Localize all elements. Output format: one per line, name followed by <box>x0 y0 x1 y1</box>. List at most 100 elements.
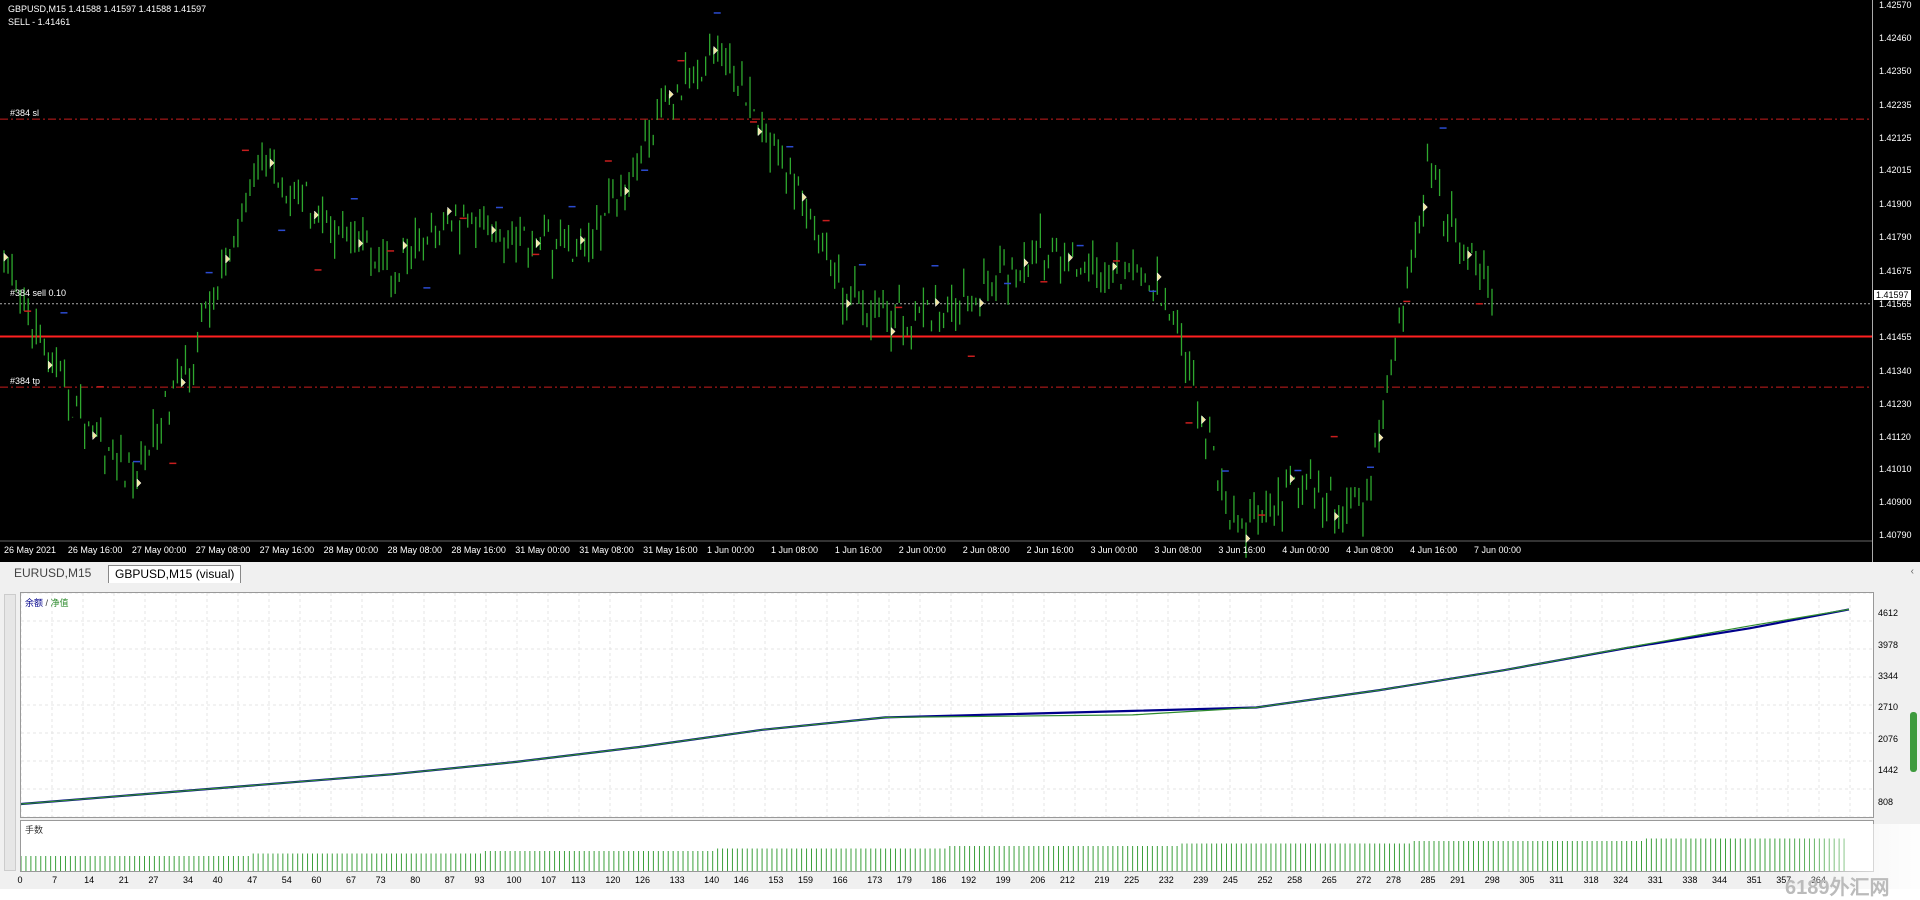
equity-y-tick: 4612 <box>1878 608 1899 619</box>
time-tick: 3 Jun 16:00 <box>1218 545 1266 555</box>
equity-x-tick: 252 <box>1257 875 1273 885</box>
tab-eurusd[interactable]: EURUSD,M15 <box>8 565 97 582</box>
equity-y-tick: 3978 <box>1878 639 1899 650</box>
equity-x-tick: 298 <box>1484 875 1500 885</box>
equity-x-tick: 331 <box>1647 875 1663 885</box>
equity-x-tick: 113 <box>571 875 586 885</box>
trade-arrow-icon <box>669 89 674 99</box>
equity-x-tick: 212 <box>1059 875 1075 885</box>
vertical-scroll-thumb[interactable] <box>1910 712 1917 772</box>
equity-x-tick: 206 <box>1030 875 1046 885</box>
time-tick: 4 Jun 00:00 <box>1282 545 1330 555</box>
volume-chart: 手数 <box>20 820 1874 872</box>
equity-x-tick: 133 <box>669 875 685 885</box>
trade-arrow-icon <box>136 478 142 488</box>
equity-x-tick: 107 <box>541 875 557 885</box>
equity-x-tick: 21 <box>118 875 129 885</box>
price-tick: 1.41120 <box>1879 431 1911 442</box>
candles <box>3 33 1493 558</box>
trade-arrow-icon <box>181 377 186 388</box>
time-tick: 2 Jun 00:00 <box>898 545 946 555</box>
equity-x-tick: 47 <box>247 875 258 885</box>
trade-arrow-icon <box>935 297 940 308</box>
time-tick: 3 Jun 08:00 <box>1154 545 1202 555</box>
equity-x-tick: 278 <box>1385 875 1401 885</box>
current-price-tag: 1.41597 <box>1874 289 1911 300</box>
time-tick: 31 May 00:00 <box>515 545 570 555</box>
equity-y-tick: 3344 <box>1878 671 1899 682</box>
equity-x-tick: 14 <box>84 875 95 885</box>
price-chart[interactable]: GBPUSD,M15 1.41588 1.41597 1.41588 1.415… <box>0 0 1920 562</box>
time-tick: 28 May 00:00 <box>323 545 379 555</box>
left-scrollbar[interactable] <box>4 594 16 871</box>
equity-x-tick: 73 <box>375 875 386 885</box>
equity-x-tick: 159 <box>798 875 814 885</box>
equity-x-tick: 305 <box>1519 875 1535 885</box>
time-tick: 4 Jun 08:00 <box>1346 545 1394 555</box>
price-tick: 1.42350 <box>1879 65 1912 76</box>
equity-x-tick: 126 <box>634 875 651 885</box>
symbol-info: GBPUSD,M15 1.41588 1.41597 1.41588 1.415… <box>8 4 207 14</box>
time-tick: 1 Jun 08:00 <box>770 545 818 555</box>
equity-y-tick: 1442 <box>1878 765 1899 776</box>
trade-arrow-icon <box>1290 474 1295 484</box>
equity-x-tick: 258 <box>1287 875 1303 885</box>
time-tick: 26 May 16:00 <box>67 545 123 555</box>
trade-arrow-icon <box>1201 415 1207 425</box>
time-tick: 3 Jun 00:00 <box>1090 545 1138 555</box>
equity-x-tick: 291 <box>1450 875 1466 885</box>
tab-gbpusd-visual[interactable]: GBPUSD,M15 (visual) <box>108 565 242 583</box>
time-tick: 28 May 16:00 <box>451 545 506 555</box>
sl-line-label: #384 sl <box>10 108 40 118</box>
price-chart-canvas[interactable] <box>0 0 1872 562</box>
equity-x-tick: 245 <box>1222 875 1238 885</box>
price-tick: 1.42235 <box>1879 99 1912 110</box>
equity-x-tick: 344 <box>1712 875 1728 885</box>
trade-arrow-icon <box>1157 272 1162 282</box>
tab-scroll-icon[interactable]: ‹ <box>1911 566 1914 577</box>
price-tick: 1.41900 <box>1879 199 1912 210</box>
equity-x-tick: 146 <box>733 875 749 885</box>
equity-y-tick: 2076 <box>1878 733 1899 744</box>
equity-x-tick: 166 <box>832 875 848 885</box>
equity-y-tick: 808 <box>1878 796 1894 807</box>
price-tick: 1.42460 <box>1879 32 1912 43</box>
sell-line-label: #384 sell 0.10 <box>10 288 67 298</box>
time-tick: 1 Jun 16:00 <box>834 545 882 555</box>
balance-equity-canvas <box>20 592 1873 818</box>
trade-arrow-icon <box>979 298 985 308</box>
time-tick: 7 Jun 00:00 <box>1474 545 1522 555</box>
price-tick: 1.41565 <box>1879 299 1912 310</box>
price-tick: 1.42570 <box>1879 0 1912 10</box>
price-tick: 1.40790 <box>1879 530 1912 540</box>
price-tick: 1.42125 <box>1879 132 1912 143</box>
price-tick: 1.41340 <box>1879 366 1912 377</box>
equity-x-tick: 311 <box>1549 875 1564 885</box>
equity-x-tick: 351 <box>1746 875 1762 885</box>
time-tick: 27 May 00:00 <box>131 545 187 555</box>
time-tick: 1 Jun 00:00 <box>707 545 755 555</box>
trade-markers <box>3 45 1473 544</box>
equity-x-tick: 186 <box>931 875 947 885</box>
equity-x-tick: 0 <box>17 875 23 885</box>
time-tick: 31 May 08:00 <box>579 545 634 555</box>
equity-x-tick: 100 <box>506 875 522 885</box>
equity-x-tick: 179 <box>896 875 912 885</box>
equity-x-tick: 60 <box>311 875 322 885</box>
time-tick: 27 May 16:00 <box>259 545 315 555</box>
trade-arrow-icon <box>447 206 452 216</box>
balance-line <box>20 608 1850 806</box>
time-tick: 2 Jun 08:00 <box>962 545 1010 555</box>
equity-x-tick: 265 <box>1321 875 1337 885</box>
price-axis: 1.42570 1.42460 1.42350 1.42235 1.42125 1.420… <box>1872 0 1920 562</box>
equity-line <box>20 608 1850 805</box>
equity-x-tick: 40 <box>212 875 223 885</box>
equity-x-tick: 318 <box>1583 875 1599 885</box>
equity-x-tick: 219 <box>1094 875 1110 885</box>
trade-arrow-icon <box>1378 433 1384 443</box>
time-tick: 31 May 16:00 <box>643 545 698 555</box>
balance-legend: 余额 <box>25 598 44 608</box>
legend-separator: / <box>43 598 51 608</box>
equity-x-tick: 338 <box>1682 875 1698 885</box>
equity-x-tick: 27 <box>148 875 159 885</box>
